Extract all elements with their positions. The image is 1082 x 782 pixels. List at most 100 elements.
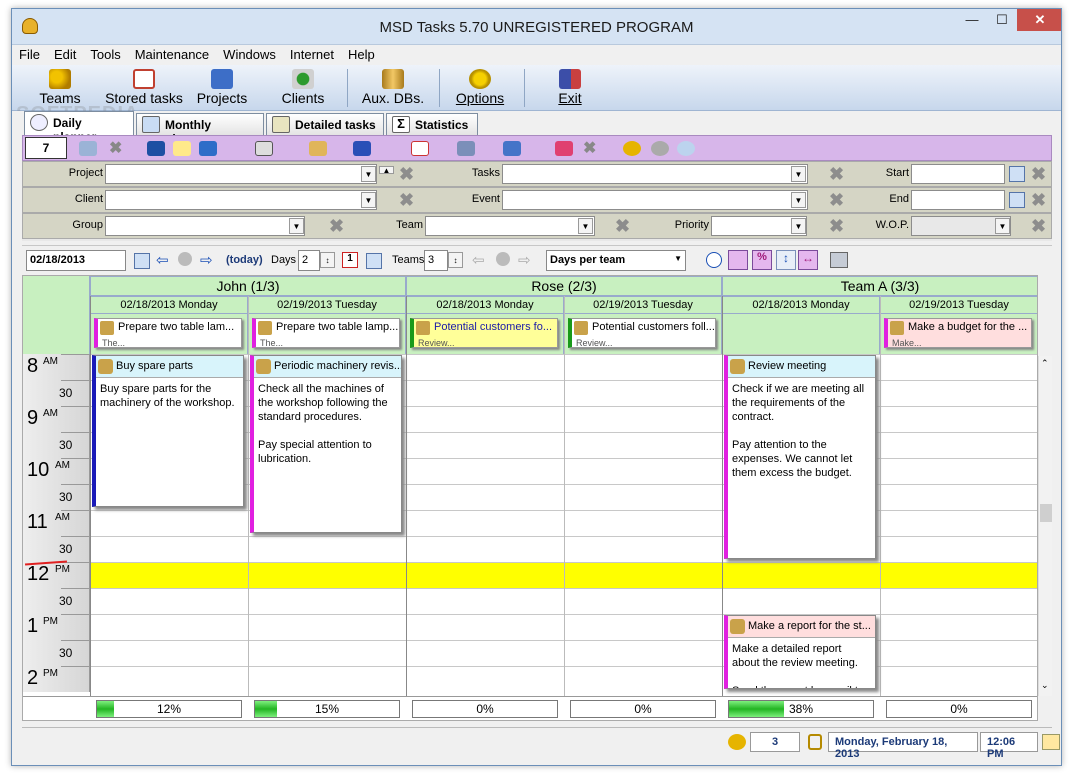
tab-daily-planner[interactable]: Daily planner — [24, 111, 134, 144]
clear-icon[interactable]: ✖ — [583, 138, 601, 157]
clear-client-icon[interactable]: ✖ — [399, 191, 414, 209]
tab-monthly-planner[interactable]: Monthly planner — [136, 113, 264, 146]
start-date-field[interactable] — [911, 164, 1005, 184]
day-header[interactable]: 02/19/2013 Tuesday — [564, 296, 722, 314]
task-card[interactable]: Review meeting Check if we are meeting al… — [724, 355, 876, 559]
info-icon[interactable] — [1042, 734, 1060, 750]
clear-tasks-icon[interactable]: ✖ — [829, 165, 844, 183]
one-day-icon[interactable]: 1 — [342, 252, 358, 268]
task-card[interactable]: Buy spare parts Buy spare parts for the m… — [92, 355, 244, 507]
all-day-task[interactable]: Potential customers fo... Review... — [410, 318, 558, 348]
days-spinner[interactable]: ↕ — [320, 252, 335, 268]
previous-day-icon[interactable]: ⇦ — [156, 251, 169, 269]
magnifier-icon[interactable] — [677, 141, 695, 156]
edit-icon[interactable] — [173, 141, 191, 156]
clock-icon[interactable] — [706, 252, 722, 268]
maximize-button[interactable]: ☐ — [987, 9, 1017, 31]
group-select[interactable] — [105, 216, 305, 236]
scroll-thumb[interactable] — [1040, 504, 1052, 522]
projects-button[interactable]: Projects — [186, 67, 258, 106]
teams-input[interactable]: 3 — [424, 250, 448, 271]
clear-wop-icon[interactable]: ✖ — [1031, 217, 1046, 235]
delete-icon[interactable]: ✖ — [109, 138, 127, 157]
tab-statistics[interactable]: Σ Statistics — [386, 113, 478, 135]
chevron-down-icon[interactable]: ▼ — [361, 166, 376, 182]
day-header[interactable]: 02/18/2013 Monday — [722, 296, 880, 314]
chevron-down-icon[interactable]: ▼ — [361, 192, 376, 208]
team-header[interactable]: Rose (2/3) — [406, 276, 722, 296]
all-day-task[interactable]: Potential customers foll... Review... — [568, 318, 716, 348]
clear-team-icon[interactable]: ✖ — [615, 217, 630, 235]
menu-help[interactable]: Help — [341, 45, 382, 64]
all-day-task[interactable]: Prepare two table lam... The... — [94, 318, 242, 348]
previous-team-icon[interactable]: ⇦ — [472, 251, 485, 269]
day-header[interactable]: 02/18/2013 Monday — [406, 296, 564, 314]
chevron-down-icon[interactable]: ▼ — [791, 218, 806, 234]
menu-internet[interactable]: Internet — [283, 45, 341, 64]
days-input[interactable]: 2 — [298, 250, 320, 271]
print-icon[interactable] — [457, 141, 475, 156]
scroll-down-icon[interactable]: ⌄ — [1041, 680, 1049, 691]
project-select[interactable] — [105, 164, 377, 184]
client-select[interactable] — [105, 190, 377, 210]
all-day-task[interactable]: Prepare two table lamp... The... — [252, 318, 400, 348]
team-header[interactable]: Team A (3/3) — [722, 276, 1037, 296]
horizontal-resize-icon[interactable]: ↔ — [798, 250, 818, 270]
task-card[interactable]: Make a report for the st... Make a detail… — [724, 615, 876, 689]
date-field[interactable]: 02/18/2013 — [26, 250, 126, 271]
vertical-resize-icon[interactable]: ↕ — [776, 250, 796, 270]
move-icon[interactable] — [353, 141, 371, 156]
clear-priority-icon[interactable]: ✖ — [829, 217, 844, 235]
clear-project-icon[interactable]: ✖ — [399, 165, 414, 183]
vertical-scrollbar[interactable]: ⌃ ⌄ — [1038, 356, 1052, 696]
menu-tools[interactable]: Tools — [83, 45, 127, 64]
calendar-icon[interactable] — [1009, 166, 1025, 182]
today-link[interactable]: (today) — [226, 254, 263, 266]
clients-button[interactable]: Clients — [267, 67, 339, 106]
percent-icon[interactable]: % — [752, 250, 772, 270]
chevron-down-icon[interactable]: ▼ — [791, 192, 806, 208]
view-icon[interactable] — [79, 141, 97, 156]
monitor-icon[interactable] — [147, 141, 165, 156]
menu-maintenance[interactable]: Maintenance — [128, 45, 216, 64]
teams-button[interactable]: Teams — [24, 67, 96, 106]
menu-file[interactable]: File — [12, 45, 47, 64]
lock-icon[interactable] — [808, 734, 822, 750]
spin-up-icon[interactable]: ▲ — [379, 166, 394, 175]
chevron-down-icon[interactable]: ▼ — [791, 166, 806, 182]
tab-detailed-tasks[interactable]: Detailed tasks — [266, 113, 384, 135]
folder-icon[interactable] — [309, 141, 327, 156]
clear-end-icon[interactable]: ✖ — [1031, 191, 1046, 209]
week-icon[interactable] — [366, 253, 382, 269]
add-icon[interactable] — [199, 141, 217, 156]
aux-dbs-button[interactable]: Aux. DBs. — [354, 67, 432, 106]
people-icon[interactable] — [651, 141, 669, 156]
team-current-icon[interactable] — [496, 252, 510, 266]
transfer-icon[interactable] — [503, 141, 521, 156]
calendar-icon[interactable] — [134, 253, 150, 269]
tag-icon[interactable] — [555, 141, 573, 156]
clear-start-icon[interactable]: ✖ — [1031, 165, 1046, 183]
clear-event-icon[interactable]: ✖ — [829, 191, 844, 209]
chevron-down-icon[interactable]: ▼ — [289, 218, 304, 234]
menu-edit[interactable]: Edit — [47, 45, 83, 64]
day-header[interactable]: 02/19/2013 Tuesday — [880, 296, 1037, 314]
day-header[interactable]: 02/18/2013 Monday — [90, 296, 248, 314]
people-toggle-icon[interactable] — [728, 250, 748, 270]
remove-icon[interactable] — [411, 141, 429, 156]
team-select[interactable] — [425, 216, 595, 236]
stored-tasks-button[interactable]: Stored tasks — [104, 67, 184, 106]
calendar-icon[interactable] — [1009, 192, 1025, 208]
exit-button[interactable]: Exit — [534, 67, 606, 106]
minimize-button[interactable]: — — [957, 9, 987, 31]
team-icon[interactable] — [623, 141, 641, 156]
options-button[interactable]: Options — [444, 67, 516, 106]
tasks-select[interactable] — [502, 164, 808, 184]
printer-icon[interactable] — [830, 252, 848, 268]
next-day-icon[interactable]: ⇨ — [200, 251, 213, 269]
next-team-icon[interactable]: ⇨ — [518, 251, 531, 269]
day-number[interactable]: 7 — [25, 137, 67, 159]
chevron-down-icon[interactable]: ▼ — [995, 218, 1010, 234]
teams-spinner[interactable]: ↕ — [448, 252, 463, 268]
team-header[interactable]: John (1/3) — [90, 276, 406, 296]
